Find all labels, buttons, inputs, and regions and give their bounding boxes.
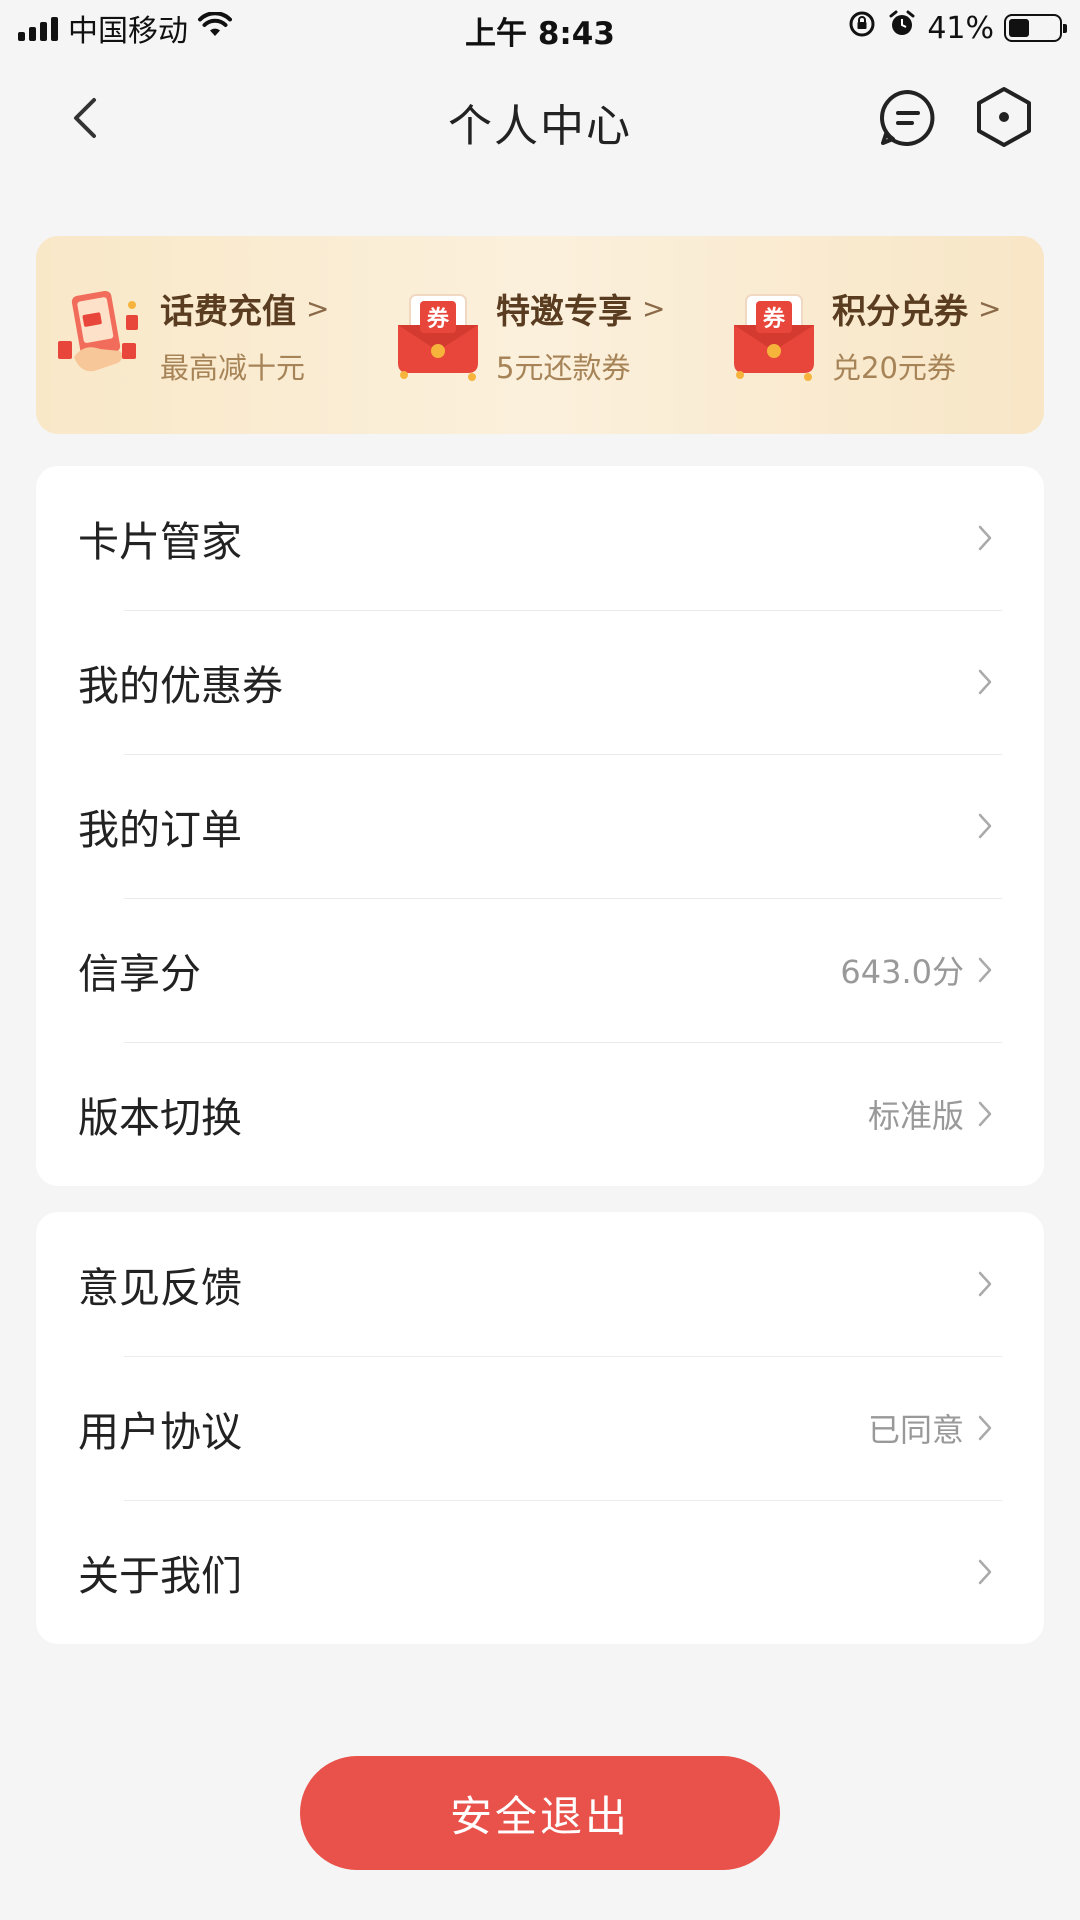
coupon-glyph: 券	[426, 306, 450, 332]
chevron-right-icon	[978, 955, 996, 985]
menu-item-value: 标准版	[867, 1097, 964, 1135]
chevron-right-icon	[978, 1269, 996, 1299]
menu-item-label: 我的优惠券	[78, 662, 283, 710]
menu-item-label: 意见反馈	[78, 1264, 242, 1312]
message-icon[interactable]	[878, 88, 938, 148]
menu-item-my-coupons[interactable]: 我的优惠券	[36, 610, 1044, 754]
battery-level-fill	[1009, 19, 1029, 37]
phone-recharge-icon	[54, 285, 150, 385]
chevron-right-icon	[978, 1557, 996, 1587]
menu-item-credit-score[interactable]: 信享分 643.0分	[36, 898, 1044, 1042]
menu-item-label: 卡片管家	[78, 518, 242, 566]
promo-title-label: 话费充值	[160, 291, 296, 332]
promo-item-invite[interactable]: 券 特邀专享 > 5元还款券	[372, 236, 708, 434]
menu-item-value: 643.0分	[840, 953, 964, 991]
status-bar: 中国移动 上午 8:43 41%	[0, 0, 1080, 56]
promo-title-label: 积分兑券	[832, 291, 968, 332]
menu-item-card-manager[interactable]: 卡片管家	[36, 466, 1044, 610]
promo-item-recharge[interactable]: 话费充值 > 最高减十元	[36, 236, 372, 434]
wifi-icon	[198, 10, 232, 46]
promo-item-points[interactable]: 券 积分兑券 > 兑20元券	[708, 236, 1044, 434]
menu-card-account: 卡片管家 我的优惠券 我的订单 信享分 643.0分 版本切换 标准版	[36, 466, 1044, 1186]
menu-item-label: 用户协议	[78, 1408, 242, 1456]
menu-item-about-us[interactable]: 关于我们	[36, 1500, 1044, 1644]
menu-item-label: 我的订单	[78, 806, 242, 854]
chevron-right-icon	[978, 1413, 996, 1443]
battery-icon	[1004, 14, 1067, 42]
status-bar-left: 中国移动	[18, 6, 232, 50]
menu-card-about: 意见反馈 用户协议 已同意 关于我们	[36, 1212, 1044, 1644]
chevron-right-icon	[978, 667, 996, 697]
promo-text: 特邀专享 > 5元还款券	[496, 284, 665, 387]
menu-item-user-agreement[interactable]: 用户协议 已同意	[36, 1356, 1044, 1500]
promo-title-label: 特邀专享	[496, 291, 632, 332]
alarm-icon	[887, 9, 917, 47]
signal-icon	[18, 15, 58, 41]
promo-text: 话费充值 > 最高减十元	[160, 284, 329, 387]
promo-banner: 话费充值 > 最高减十元 券 特邀专享 > 5元还款券 券 积分兑券 > 兑20…	[36, 236, 1044, 434]
chevron-right-icon	[978, 1099, 996, 1129]
logout-button[interactable]: 安全退出	[300, 1756, 780, 1870]
menu-item-feedback[interactable]: 意见反馈	[36, 1212, 1044, 1356]
menu-item-version-switch[interactable]: 版本切换 标准版	[36, 1042, 1044, 1186]
menu-item-value: 已同意	[867, 1411, 964, 1449]
promo-subtitle: 5元还款券	[496, 350, 631, 385]
chevron-right-icon	[978, 811, 996, 841]
status-bar-right: 41%	[847, 9, 1067, 47]
chevron-right-icon: >	[642, 291, 666, 325]
promo-subtitle: 兑20元券	[832, 350, 956, 385]
battery-percent: 41%	[927, 10, 994, 46]
promo-subtitle: 最高减十元	[160, 350, 306, 385]
carrier-name: 中国移动	[68, 14, 188, 49]
promo-title: 积分兑券 >	[832, 284, 1001, 333]
settings-hexagon-icon[interactable]	[974, 86, 1034, 148]
chevron-right-icon: >	[978, 291, 1002, 325]
promo-title: 特邀专享 >	[496, 284, 665, 333]
menu-item-label: 关于我们	[78, 1552, 242, 1600]
coupon-envelope-icon: 券	[726, 285, 822, 385]
nav-bar: 个人中心	[0, 60, 1080, 178]
menu-item-my-orders[interactable]: 我的订单	[36, 754, 1044, 898]
promo-title: 话费充值 >	[160, 284, 329, 333]
menu-item-label: 信享分	[78, 950, 201, 998]
promo-text: 积分兑券 > 兑20元券	[832, 284, 1001, 387]
rotation-lock-icon	[847, 9, 877, 47]
chevron-right-icon	[978, 523, 996, 553]
coupon-glyph: 券	[762, 306, 786, 332]
menu-item-label: 版本切换	[78, 1094, 242, 1142]
chevron-right-icon: >	[306, 291, 330, 325]
coupon-envelope-icon: 券	[390, 285, 486, 385]
